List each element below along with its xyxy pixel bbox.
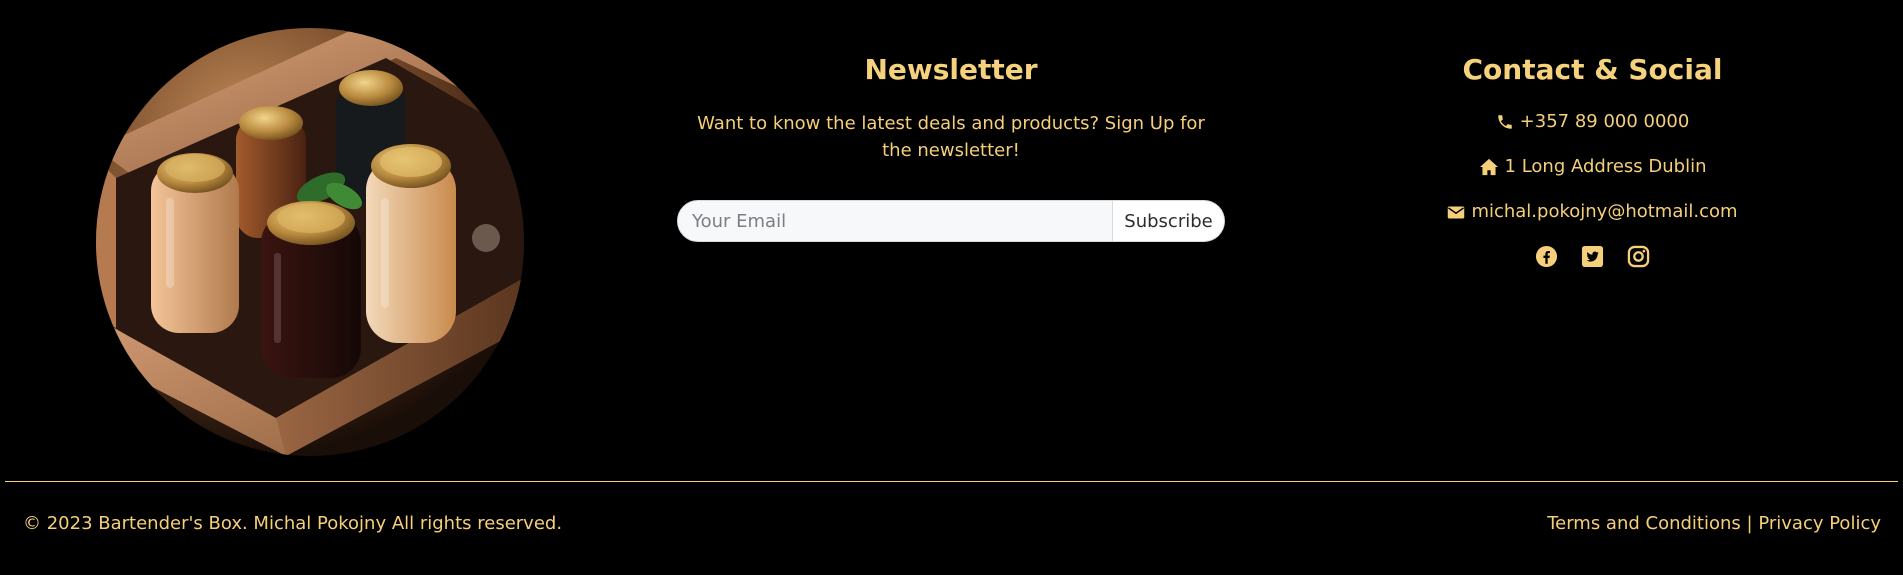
phone-icon	[1496, 113, 1514, 131]
legal-separator: |	[1746, 513, 1753, 534]
email-text: michal.pokojny@hotmail.com	[1471, 201, 1738, 222]
contact-phone: +357 89 000 0000	[1310, 109, 1875, 135]
social-links	[1310, 245, 1875, 268]
twitter-icon[interactable]	[1581, 245, 1604, 268]
contact-section: Contact & Social +357 89 000 0000 1 Long…	[1310, 48, 1875, 268]
address-text: 1 Long Address Dublin	[1504, 156, 1707, 177]
email-input[interactable]	[677, 200, 1113, 242]
newsletter-description: Want to know the latest deals and produc…	[697, 113, 1205, 161]
instagram-icon[interactable]	[1627, 245, 1650, 268]
footer-divider	[5, 481, 1898, 482]
privacy-link[interactable]: Privacy Policy	[1758, 513, 1881, 534]
envelope-icon	[1447, 205, 1465, 220]
copyright-text: © 2023 Bartender's Box. Michal Pokojny A…	[23, 513, 563, 534]
newsletter-title: Newsletter	[864, 53, 1038, 86]
subscribe-form: Subscribe	[677, 200, 1225, 242]
contact-title: Contact & Social	[1462, 53, 1723, 86]
facebook-icon[interactable]	[1535, 245, 1558, 268]
newsletter-section: Newsletter Want to know the latest deals…	[662, 48, 1240, 242]
contact-email: michal.pokojny@hotmail.com	[1310, 199, 1875, 225]
terms-link[interactable]: Terms and Conditions	[1547, 513, 1741, 534]
home-icon	[1479, 158, 1499, 176]
subscribe-button[interactable]: Subscribe	[1113, 200, 1225, 242]
phone-text: +357 89 000 0000	[1519, 111, 1690, 132]
footer-section: Newsletter Want to know the latest deals…	[0, 0, 1903, 575]
contact-address: 1 Long Address Dublin	[1310, 154, 1875, 180]
legal-links: Terms and Conditions | Privacy Policy	[1547, 512, 1881, 536]
product-image	[96, 28, 524, 456]
